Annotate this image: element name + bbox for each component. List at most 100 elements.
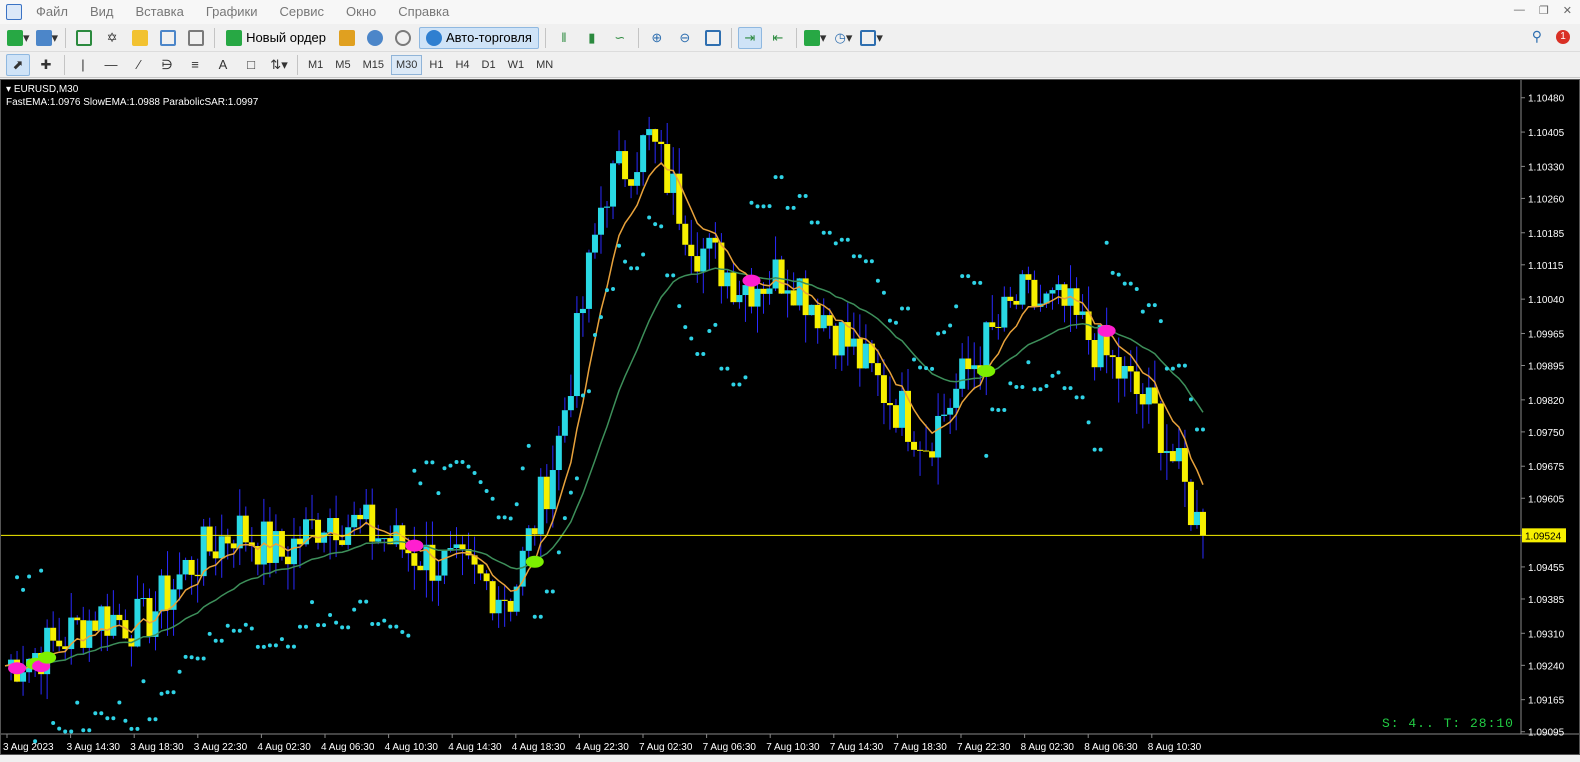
close-icon[interactable]: ✕ [1563,4,1572,17]
sar-dot [400,629,405,634]
sar-dot [346,625,351,630]
y-tick-label: 1.10040 [1528,295,1565,306]
arrows-icon: ⇅ [270,56,282,72]
timeframe-h4[interactable]: H4 [450,55,474,75]
notification-badge[interactable]: 1 [1556,29,1570,44]
market-watch-button[interactable] [72,27,96,49]
strategy-tester-button[interactable] [184,27,208,49]
bear-candle [790,290,797,306]
sar-dot [532,614,537,619]
sar-dot [592,332,597,337]
y-tick-label: 1.09605 [1528,494,1565,505]
tile-windows-button[interactable] [701,27,725,49]
bull-candle [1019,274,1026,305]
meta-editor-button[interactable] [335,27,359,49]
minimize-icon[interactable]: — [1514,4,1525,17]
cursor-tool-button[interactable]: ⬈ [6,53,30,76]
menu-charts[interactable]: Графики [196,0,270,24]
bar-chart-button[interactable]: ‖ [552,27,576,49]
toolbar-separator [637,27,639,48]
sar-dot [623,259,628,264]
terminal-button[interactable] [156,27,180,49]
bull-candle [110,614,117,636]
timeframe-m15[interactable]: M15 [358,55,389,75]
text-tool-button[interactable]: A [211,54,235,76]
periodicity-button[interactable]: ◷ ▾ [831,27,855,49]
menu-view[interactable]: Вид [80,0,126,24]
bull-candle [634,172,641,186]
text-label-icon: □ [247,57,255,72]
vps-button[interactable] [391,27,415,49]
signals-button[interactable] [363,27,387,49]
bull-candle [561,410,568,436]
zoom-out-button[interactable]: ⊖ [673,27,697,49]
sar-dot [1086,420,1091,425]
timeframe-d1[interactable]: D1 [477,55,501,75]
sar-dot [1164,366,1169,371]
templates-button[interactable]: ▾ [859,27,884,49]
candlestick-chart-button[interactable]: ▮ [580,27,604,49]
chart-shift-button[interactable]: ⇤ [766,27,790,49]
sar-dot [358,599,363,604]
zoom-in-button[interactable]: ⊕ [645,27,669,49]
fibonacci-button[interactable]: ≡ [183,54,207,76]
data-window-button[interactable]: ✡ [100,27,124,49]
line-chart-button[interactable]: ∽ [608,27,632,49]
sar-dot [725,366,730,371]
bear-candle [682,223,689,245]
navigator-button[interactable] [128,27,152,49]
menu-window[interactable]: Окно [336,0,388,24]
bear-candle [369,504,376,542]
bear-candle [459,544,466,550]
bull-candle [585,252,592,309]
sar-dot [75,700,80,705]
crosshair-tool-button[interactable]: ✚ [34,54,58,76]
sar-dot [605,288,609,293]
timeframe-h1[interactable]: H1 [424,55,448,75]
sar-dot [1122,281,1127,286]
new-chart-button[interactable]: ▾ [6,27,31,49]
text-label-button[interactable]: □ [239,54,263,76]
sar-dot [1056,370,1061,375]
new-order-button[interactable]: Новый ордер [221,27,331,49]
sar-dot [1074,395,1079,400]
bear-candle [917,449,924,451]
y-tick-label: 1.09750 [1528,428,1565,439]
timeframe-mn[interactable]: MN [531,55,558,75]
menu-insert[interactable]: Вставка [126,0,196,24]
sar-dot [195,656,200,661]
vertical-line-button[interactable]: | [71,54,95,76]
sar-dot [1110,270,1115,275]
x-tick-label: 4 Aug 22:30 [575,742,629,753]
price-chart[interactable]: 1.10480 1.10405 1.10330 1.10260 1.10185 1.101… [1,80,1579,759]
menu-help[interactable]: Справка [388,0,461,24]
auto-scroll-button[interactable]: ⇥ [737,26,762,49]
profiles-button[interactable]: ▾ [35,27,60,49]
search-icon[interactable]: ⚲ [1532,28,1542,45]
horizontal-line-button[interactable]: — [99,54,123,76]
toolbar-separator [730,27,732,48]
new-order-icon [226,29,243,46]
chart-window[interactable]: 1.10480 1.10405 1.10330 1.10260 1.10185 1.101… [0,79,1580,759]
bear-candle [832,325,839,356]
menu-tools[interactable]: Сервис [270,0,337,24]
menu-file[interactable]: Файл [26,0,80,24]
timeframe-m30[interactable]: M30 [390,54,423,75]
sar-dot [942,330,947,335]
bull-candle [98,606,105,631]
timeframe-m5[interactable]: M5 [330,55,355,75]
x-tick-label: 4 Aug 10:30 [385,742,439,753]
restore-icon[interactable]: ❐ [1539,4,1549,17]
sar-dot [87,728,92,733]
arrows-button[interactable]: ⇅ ▾ [267,54,291,76]
autotrading-button[interactable]: Авто-торговля [419,26,539,49]
bear-candle [730,272,737,303]
trendline-button[interactable]: ∕ [127,54,151,76]
equidistant-channel-button[interactable]: ⋻ [155,54,179,76]
bull-candle [1079,311,1086,315]
timeframe-w1[interactable]: W1 [503,55,530,75]
sar-dot [388,624,393,629]
timeframe-m1[interactable]: M1 [303,55,328,75]
indicators-button[interactable]: ▾ [803,27,828,49]
sar-dot [611,286,616,291]
